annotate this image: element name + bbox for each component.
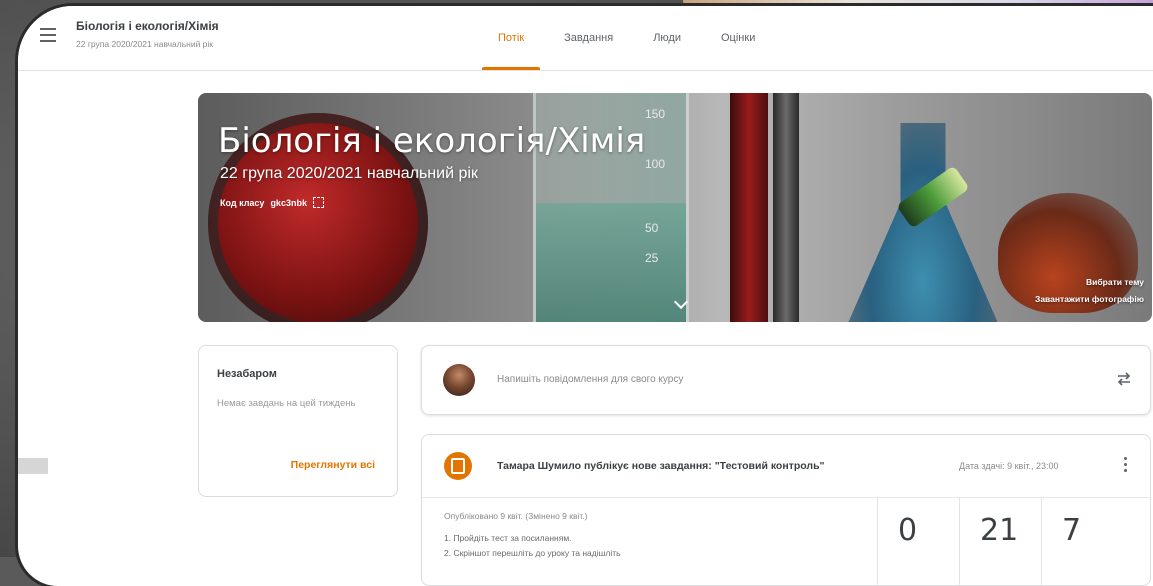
tab-grades[interactable]: Оцінки (701, 6, 775, 70)
announce-placeholder[interactable]: Напишіть повідомлення для свого курсу (497, 374, 683, 385)
frame-notch (18, 458, 48, 474)
assignment-stats: 0 21 7 (877, 497, 1123, 586)
scale-mark: 50 (645, 221, 659, 235)
more-options-icon[interactable] (1124, 457, 1128, 475)
banner-subtitle: 22 група 2020/2021 навчальний рік (220, 165, 478, 182)
stat-assigned[interactable]: 21 (959, 497, 1041, 586)
fullscreen-icon[interactable] (312, 197, 324, 208)
red-test-tube-illustration (730, 93, 768, 322)
tab-stream[interactable]: Потік (478, 6, 544, 70)
view-all-link[interactable]: Переглянути всі (291, 459, 375, 471)
top-app-bar: Біологія і екологія/Хімія 22 група 2020/… (18, 6, 1153, 71)
scale-mark: 150 (645, 107, 666, 121)
class-code-row: Код класу gkc3nbk (220, 197, 324, 208)
banner-title: Біологія і екологія/Хімія (218, 121, 646, 161)
select-theme-link[interactable]: Вибрати тему (1086, 277, 1144, 287)
class-code: gkc3nbk (270, 197, 307, 208)
avatar (443, 364, 475, 396)
class-code-label: Код класу (220, 197, 265, 208)
upcoming-empty-text: Немає завдань на цей тиждень (217, 398, 356, 409)
class-tabs: Потік Завдання Люди Оцінки (478, 6, 775, 70)
assignment-post[interactable]: Тамара Шумило публікує нове завдання: "Т… (421, 434, 1151, 586)
stat-turned-in[interactable]: 0 (877, 497, 959, 586)
stat-value: 7 (1062, 513, 1082, 548)
assignment-title[interactable]: Тамара Шумило публікує нове завдання: "Т… (497, 460, 825, 472)
class-title[interactable]: Біологія і екологія/Хімія (76, 19, 219, 33)
menu-icon[interactable] (40, 28, 56, 42)
assignment-instruction-1: 1. Пройдіть тест за посиланням. (444, 533, 572, 543)
stat-value: 21 (980, 513, 1019, 548)
upload-photo-link[interactable]: Завантажити фотографію (1035, 294, 1144, 304)
repost-icon[interactable] (1116, 370, 1132, 388)
upcoming-title: Незабаром (217, 368, 277, 380)
assignment-published: Опубліковано 9 квіт. (Змінено 9 квіт.) (444, 511, 588, 521)
announce-box[interactable]: Напишіть повідомлення для свого курсу (421, 345, 1151, 415)
class-subtitle: 22 група 2020/2021 навчальний рік (76, 39, 214, 49)
class-banner: 150 100 50 25 Біологія і екологія/Хімія … (198, 93, 1152, 322)
test-tube-illustration (773, 93, 799, 322)
assignment-header[interactable]: Тамара Шумило публікує нове завдання: "Т… (422, 435, 1150, 498)
assignment-due: Дата здачі: 9 квіт., 23:00 (959, 461, 1059, 471)
assignment-icon (444, 452, 472, 480)
stat-graded[interactable]: 7 (1041, 497, 1123, 586)
tab-classwork[interactable]: Завдання (544, 6, 633, 70)
upcoming-card: Незабаром Немає завдань на цей тиждень П… (198, 345, 398, 497)
blue-flask-illustration (848, 123, 998, 322)
scale-mark: 25 (645, 251, 659, 265)
stat-value: 0 (898, 513, 918, 548)
tab-people[interactable]: Люди (633, 6, 701, 70)
scale-mark: 100 (645, 157, 666, 171)
classroom-window: Біологія і екологія/Хімія 22 група 2020/… (18, 6, 1153, 586)
